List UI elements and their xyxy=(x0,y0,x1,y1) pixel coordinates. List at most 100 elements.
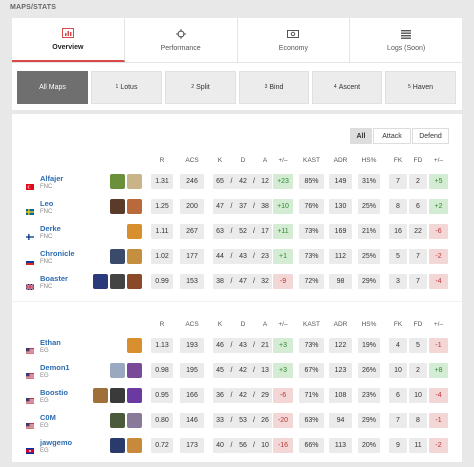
stat-hs: 25% xyxy=(358,199,380,214)
player-team: FNC xyxy=(40,209,53,215)
column-header-fd: FD xyxy=(413,157,423,164)
stat-adr: 112 xyxy=(329,249,352,264)
stat-kast: 76% xyxy=(299,199,324,214)
stat-hs: 29% xyxy=(358,274,380,289)
stat-a: 38 xyxy=(258,199,272,214)
agent-portrait-icon xyxy=(93,274,108,289)
player-name-link[interactable]: jawgemo xyxy=(40,438,72,447)
stat-hs: 23% xyxy=(358,388,380,403)
stat-fd: 2 xyxy=(409,363,427,378)
map-button-split[interactable]: 2 Split xyxy=(165,71,236,104)
stat-a: 23 xyxy=(258,249,272,264)
agent-portrait-icon xyxy=(127,413,142,428)
section-label: MAPS/STATS xyxy=(10,4,57,11)
flag-icon xyxy=(26,441,34,454)
stat-sep1: / xyxy=(227,388,236,403)
player-name-link[interactable]: Leo xyxy=(40,199,53,208)
stat-fk: 7 xyxy=(389,413,407,428)
tab-performance[interactable]: Performance xyxy=(125,18,238,62)
tab-logs[interactable]: Logs (Soon) xyxy=(350,18,462,62)
stat-hs: 31% xyxy=(358,174,380,189)
stat-diff: +3 xyxy=(273,338,293,353)
stat-fk: 10 xyxy=(389,363,407,378)
stat-sep2: / xyxy=(250,413,258,428)
stat-acs: 177 xyxy=(180,249,204,264)
map-number: 4 xyxy=(333,83,337,90)
stat-r: 1.31 xyxy=(151,174,173,189)
stat-a: 13 xyxy=(258,363,272,378)
stat-r: 1.02 xyxy=(151,249,173,264)
agent-portrait-icon xyxy=(93,388,108,403)
stat-adr: 108 xyxy=(329,388,352,403)
stat-k: 38 xyxy=(213,274,227,289)
player-name-link[interactable]: C0M xyxy=(40,413,56,422)
column-header-hs: HS% xyxy=(361,157,377,164)
stat-r: 1.11 xyxy=(151,224,173,239)
stat-r: 1.13 xyxy=(151,338,173,353)
player-row: Boaster FNC 0.99 153 38/47/32 -9 72% 98 29% 3 7 -4 xyxy=(12,274,462,292)
tab-label: Economy xyxy=(278,45,308,52)
map-number: 2 xyxy=(191,83,195,90)
stat-sep2: / xyxy=(250,249,258,264)
flag-icon xyxy=(25,227,35,241)
stat-acs: 166 xyxy=(180,388,204,403)
map-name: Lotus xyxy=(120,84,138,91)
map-button-haven[interactable]: 5 Haven xyxy=(385,71,456,104)
stat-d: 42 xyxy=(236,174,250,189)
stat-diff: +11 xyxy=(273,224,293,239)
filter-attack[interactable]: Attack xyxy=(373,128,411,144)
stat-sep2: / xyxy=(250,224,258,239)
stat-fd: 6 xyxy=(409,199,427,214)
flag-icon xyxy=(25,277,35,291)
stat-adr: 123 xyxy=(329,363,352,378)
stat-diff: +3 xyxy=(273,363,293,378)
map-name: Haven xyxy=(412,84,433,91)
player-row: Alfajer FNC 1.31 246 65/42/12 +23 85% 149 31% 7 2 +… xyxy=(12,174,462,192)
player-name-link[interactable]: Chronicle xyxy=(40,249,75,258)
player-row: Demon1 EG 0.98 195 45/42/13 +3 67% 123 26% 10 2 +8 xyxy=(12,363,462,381)
stat-kast: 73% xyxy=(299,224,324,239)
map-button-all[interactable]: All Maps xyxy=(17,71,88,104)
stat-fkdiff: -2 xyxy=(429,249,448,264)
stat-acs: 267 xyxy=(180,224,204,239)
column-header-hs: HS% xyxy=(361,321,377,328)
map-button-lotus[interactable]: 1 Lotus xyxy=(91,71,162,104)
stat-adr: 169 xyxy=(329,224,352,239)
player-name-link[interactable]: Boaster xyxy=(40,274,68,283)
stat-kast: 71% xyxy=(299,388,324,403)
agent-portrait-icon xyxy=(127,338,142,353)
stat-fd: 10 xyxy=(409,388,427,403)
stat-adr: 98 xyxy=(329,274,352,289)
player-name-link[interactable]: Demon1 xyxy=(40,363,70,372)
stat-fd: 7 xyxy=(409,249,427,264)
stat-adr: 149 xyxy=(329,174,352,189)
stat-acs: 146 xyxy=(180,413,204,428)
agent-portrait-icon xyxy=(127,199,142,214)
player-name-link[interactable]: Boostio xyxy=(40,388,68,397)
agent-portrait-icon xyxy=(110,413,125,428)
flag-icon xyxy=(26,252,34,265)
tab-overview[interactable]: Overview xyxy=(12,18,125,62)
map-number: 5 xyxy=(407,83,411,90)
stat-fk: 6 xyxy=(389,388,407,403)
player-team: FNC xyxy=(40,234,53,240)
player-name-link[interactable]: Derke xyxy=(40,224,61,233)
list-icon xyxy=(401,28,412,40)
stat-acs: 246 xyxy=(180,174,204,189)
filter-defend[interactable]: Defend xyxy=(412,128,449,144)
filter-all[interactable]: All xyxy=(350,128,372,144)
column-header-fkdiff: +/– xyxy=(433,321,444,328)
map-button-bind[interactable]: 3 Bind xyxy=(239,71,309,104)
stat-diff: -6 xyxy=(273,388,293,403)
player-name-link[interactable]: Ethan xyxy=(40,338,61,347)
stat-fkdiff: -6 xyxy=(429,224,448,239)
stat-sep2: / xyxy=(250,274,258,289)
column-header-a: A xyxy=(262,157,268,164)
tab-economy[interactable]: Economy xyxy=(238,18,351,62)
stat-k: 46 xyxy=(213,338,227,353)
stat-adr: 113 xyxy=(329,438,352,453)
player-name-link[interactable]: Alfajer xyxy=(40,174,63,183)
stat-r: 0.99 xyxy=(151,274,173,289)
agent-portrait-icon xyxy=(110,274,125,289)
map-button-ascent[interactable]: 4 Ascent xyxy=(312,71,382,104)
